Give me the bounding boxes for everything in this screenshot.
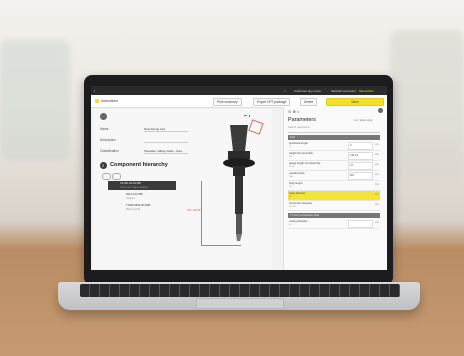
param-row[interactable]: body length LB mm: [288, 181, 380, 191]
back-icon[interactable]: [100, 113, 107, 120]
parameters-title: Parameters: [288, 117, 316, 123]
tool-3d-model[interactable]: [204, 111, 279, 261]
collapse-toggle[interactable]: [102, 173, 111, 180]
user-name[interactable]: Test Admin: [359, 89, 374, 93]
tree-item-boring-head[interactable]: TT300-0500-05 A080 Boring head: [114, 203, 176, 212]
dimension-line-vertical: [201, 181, 202, 245]
customer-selector[interactable]: Customer any name: [294, 89, 321, 93]
classification-field[interactable]: Shoulder milling cutter - bore: [144, 149, 188, 154]
component-hierarchy-title: Component hierarchy: [110, 162, 168, 168]
group-header-connection[interactable]: TT-conn connection code: [288, 213, 380, 218]
dimension-label: 170 / 134.19: [187, 209, 201, 212]
parameters-panel: ⊙ ⊕ < Parameters 4-1 / total empty Searc…: [283, 107, 387, 270]
app-logo-icon: [95, 99, 99, 103]
param-row[interactable]: connection diameter DCON mm: [288, 201, 380, 211]
trackpad: [196, 298, 284, 309]
name-field[interactable]: New boring tool: [144, 127, 188, 132]
classification-label: Classification: [100, 149, 119, 153]
delete-button[interactable]: Delete: [300, 98, 318, 106]
save-button[interactable]: Save: [326, 98, 384, 106]
view-tools-icon[interactable]: ✂ ◐: [244, 113, 251, 118]
parameter-search-input[interactable]: Search parameters: [288, 126, 380, 133]
dimension-line-horizontal: [201, 245, 241, 246]
panel-close-icon[interactable]: [378, 108, 383, 113]
tree-item-capto[interactable]: C6-391.02-63 080 Coromant Capto adaptor: [108, 181, 176, 190]
print-summary-button[interactable]: Print summary: [213, 98, 242, 106]
background-blur-right: [390, 30, 464, 180]
home-icon[interactable]: ▪: [94, 89, 95, 93]
tree-item-adaptor[interactable]: 391.14-12 080 Adaptor: [114, 192, 176, 201]
param-row[interactable]: gauge length incl assembly LFTR 47 mm: [288, 161, 380, 171]
name-label: Name: [100, 127, 109, 131]
panel-tabs-icon[interactable]: ⊙ ⊕ <: [288, 109, 299, 114]
search-icon[interactable]: ⌕: [284, 89, 286, 93]
left-panel: Name New boring tool Description Classif…: [94, 109, 272, 269]
param-row-highlighted[interactable]: body diameter BD mm: [288, 191, 380, 201]
param-row[interactable]: cutting diameter DC mm: [288, 219, 380, 229]
step-number: 2: [102, 163, 105, 168]
app-title: Assemblizer: [101, 99, 119, 103]
parameters-count: 4-1 / total empty: [354, 119, 373, 122]
user-company: Sandvik Coromant: [331, 89, 356, 93]
export-button[interactable]: Export CPT package: [253, 98, 291, 106]
param-row[interactable]: overall length OAL 827 mm: [288, 171, 380, 181]
param-row[interactable]: functional length LF 2 mm: [288, 141, 380, 151]
param-row[interactable]: weight incl assembly WT 134.44 mm: [288, 151, 380, 161]
description-label: Description: [100, 138, 116, 142]
group-header-tool[interactable]: Tool: [288, 135, 380, 140]
keyboard: [80, 284, 400, 297]
background-blur-left: [0, 40, 70, 160]
add-component-button[interactable]: [112, 173, 121, 180]
description-field[interactable]: [144, 138, 188, 143]
laptop-screen: ▪ ⌕ Customer any name Sandvik Coromant T…: [91, 86, 387, 270]
top-bar: ▪ ⌕ Customer any name Sandvik Coromant T…: [91, 86, 387, 95]
